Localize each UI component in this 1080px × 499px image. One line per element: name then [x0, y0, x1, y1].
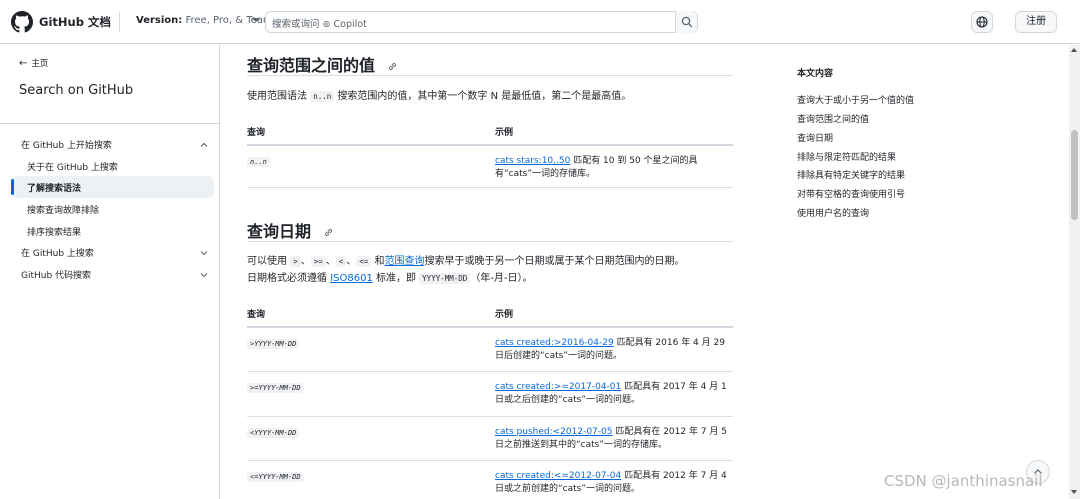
- table-row-rule: [247, 460, 733, 461]
- table-header-example: 示例: [495, 128, 514, 138]
- text: 、: [346, 256, 357, 267]
- scrollbar-track[interactable]: [1069, 45, 1080, 499]
- chevron-down-icon[interactable]: [199, 270, 209, 280]
- home-link-label: 主页: [31, 59, 49, 69]
- table-cell-query: <YYYY-MM-DD: [247, 428, 300, 438]
- toc-item[interactable]: 使用用户名的查询: [797, 206, 869, 219]
- heading-dates: 查询日期: [247, 218, 334, 242]
- table-cell-query: >YYYY-MM-DD: [247, 339, 300, 349]
- toc-item[interactable]: 排除具有特定关键字的结果: [797, 168, 905, 181]
- sidebar-item-about-search[interactable]: 关于在 GitHub 上搜索: [27, 160, 118, 173]
- header-divider: [119, 12, 120, 32]
- example-link[interactable]: cats created:>=2017-04-01: [495, 382, 621, 392]
- chevron-down-icon[interactable]: [199, 248, 209, 258]
- toc-item[interactable]: 查询日期: [797, 131, 833, 144]
- top-header: GitHub 文档 Version: Free, Pro, & Team 搜索或…: [0, 0, 1080, 44]
- brand-title[interactable]: GitHub 文档: [39, 14, 111, 30]
- github-logo-icon[interactable]: [11, 11, 33, 33]
- text: 标准，即: [372, 273, 420, 284]
- inline-code: >=: [310, 256, 326, 267]
- chevron-down-icon[interactable]: [252, 18, 260, 22]
- sidebar-active-indicator: [11, 179, 14, 195]
- iso8601-link[interactable]: ISO8601: [330, 273, 373, 284]
- table-header-rule: [247, 144, 733, 146]
- example-link[interactable]: cats stars:10..50: [495, 156, 570, 166]
- scroll-up-arrow-icon[interactable]: [1071, 48, 1077, 52]
- text: 使用范围语法: [247, 91, 311, 102]
- table-cell-example: cats created:>=2017-04-01 匹配具有 2017 年 4 …: [495, 381, 733, 407]
- text: 可以使用: [247, 256, 291, 267]
- text: 搜索早于或晚于另一个日期或属于某个日期范围内的日期。: [424, 256, 685, 267]
- table-cell-query: <=YYYY-MM-DD: [247, 472, 304, 482]
- search-placeholder: 搜索或询问 ⊚ Copilot: [272, 19, 367, 30]
- table-cell-query: n..n: [247, 157, 270, 167]
- inline-code: <=: [356, 256, 372, 267]
- arrow-left-icon: ←: [19, 58, 28, 69]
- sidebar-item-troubleshooting[interactable]: 搜索查询故障排除: [27, 203, 99, 216]
- text: 和: [371, 256, 385, 267]
- table-cell-example: cats created:>2016-04-29 匹配具有 2016 年 4 月…: [495, 337, 733, 363]
- signup-button[interactable]: 注册: [1015, 11, 1057, 33]
- example-link[interactable]: cats created:<=2012-07-04: [495, 471, 621, 481]
- sidebar-item-searching-on-github[interactable]: 在 GitHub 上搜索: [21, 246, 94, 259]
- link-icon[interactable]: [387, 61, 398, 72]
- sidebar-item-syntax[interactable]: 了解搜索语法: [27, 181, 81, 194]
- toc-item[interactable]: 查询范围之间的值: [797, 112, 869, 125]
- version-label: Version:: [136, 15, 183, 26]
- example-link[interactable]: cats pushed:<2012-07-05: [495, 427, 612, 437]
- sidebar-item-code-search[interactable]: GitHub 代码搜索: [21, 268, 91, 281]
- link-icon[interactable]: [323, 227, 334, 238]
- search-button[interactable]: [675, 11, 697, 33]
- table-header-rule: [247, 326, 733, 328]
- language-button[interactable]: [971, 11, 993, 33]
- text: （年-月-日）。: [470, 273, 533, 284]
- table-cell-example: cats pushed:<2012-07-05 匹配具有在 2012 年 7 月…: [495, 426, 733, 452]
- search-input[interactable]: 搜索或询问 ⊚ Copilot: [265, 11, 698, 33]
- range-query-link[interactable]: 范围查询: [384, 256, 424, 267]
- sidebar: ← 主页 Search on GitHub 在 GitHub 上开始搜索 关于在 …: [0, 45, 220, 499]
- heading-underline: [247, 241, 733, 242]
- sidebar-title[interactable]: Search on GitHub: [19, 83, 133, 98]
- scroll-down-arrow-icon[interactable]: [1071, 490, 1077, 494]
- table-row-rule: [247, 187, 733, 188]
- text: 、: [300, 256, 311, 267]
- text: 日期格式必须遵循: [247, 273, 331, 284]
- dates-paragraph-2: 日期格式必须遵循 ISO8601 标准，即 YYYY-MM-DD （年-月-日）。: [247, 270, 533, 287]
- toc-item[interactable]: 排除与限定符匹配的结果: [797, 150, 896, 163]
- example-link[interactable]: cats created:>2016-04-29: [495, 338, 614, 348]
- text: 搜索范围内的值，其中第一个数字 N 是最低值，第二个是最高值。: [334, 91, 632, 102]
- chevron-up-icon[interactable]: [199, 140, 209, 150]
- table-cell-query: >=YYYY-MM-DD: [247, 383, 304, 393]
- table-cell-example: cats created:<=2012-07-04 匹配具有 2012 年 7 …: [495, 470, 733, 496]
- heading-range: 查询范围之间的值: [247, 52, 398, 76]
- heading-range-text: 查询范围之间的值: [247, 56, 376, 75]
- table-header-example: 示例: [495, 310, 514, 320]
- dates-paragraph-1: 可以使用 >、 >=、 <、 <= 和范围查询搜索早于或晚于另一个日期或属于某个日期范…: [247, 253, 684, 270]
- toc-title: 本文内容: [797, 69, 834, 79]
- inline-code: >: [290, 256, 301, 267]
- text: 、: [325, 256, 336, 267]
- heading-underline: [247, 75, 733, 76]
- sidebar-item-getting-started[interactable]: 在 GitHub 上开始搜索: [21, 138, 112, 151]
- table-header-query: 查询: [247, 128, 266, 138]
- inline-code: <: [335, 256, 347, 267]
- table-header-query: 查询: [247, 310, 266, 320]
- sidebar-item-sorting[interactable]: 排序搜索结果: [27, 225, 81, 238]
- sidebar-divider: [0, 123, 219, 124]
- scrollbar-thumb[interactable]: [1071, 130, 1078, 220]
- toc-item[interactable]: 对带有空格的查询使用引号: [797, 187, 905, 200]
- inline-code: n..n: [310, 91, 335, 102]
- heading-dates-text: 查询日期: [247, 222, 312, 241]
- range-paragraph: 使用范围语法 n..n 搜索范围内的值，其中第一个数字 N 是最低值，第二个是最…: [247, 88, 631, 105]
- watermark: CSDN @janthinasnail: [884, 472, 1043, 490]
- table-row-rule: [247, 371, 733, 372]
- toc-item[interactable]: 查询大于或小于另一个值的值: [797, 93, 914, 106]
- globe-icon: [976, 16, 988, 28]
- inline-code: YYYY-MM-DD: [419, 273, 471, 284]
- table-cell-example: cats stars:10..50 匹配有 10 到 50 个星之间的具有“ca…: [495, 155, 733, 181]
- search-icon: [681, 16, 693, 28]
- table-row-rule: [247, 416, 733, 417]
- home-link[interactable]: ← 主页: [19, 57, 48, 69]
